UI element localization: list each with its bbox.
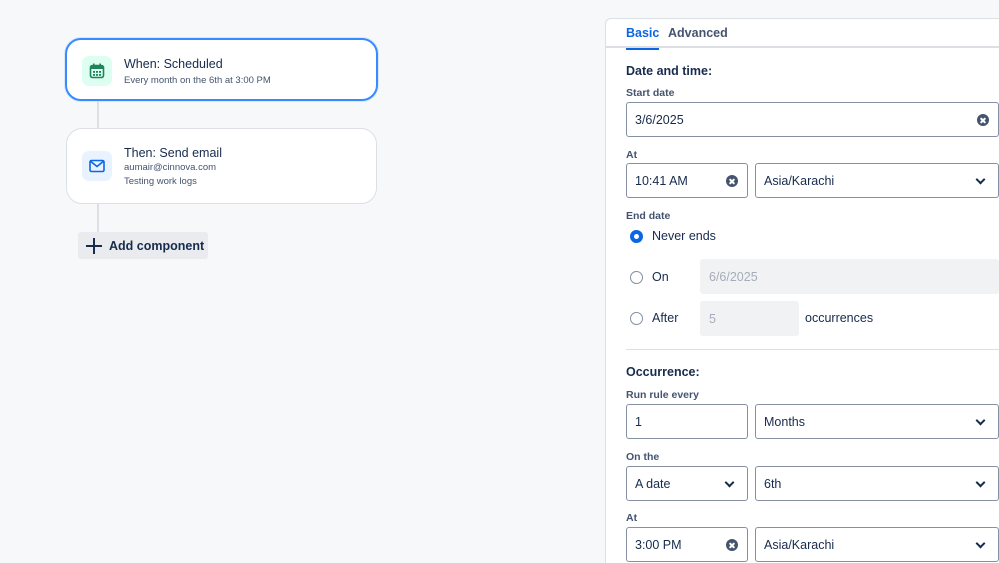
- section-divider: [626, 349, 999, 350]
- end-on-label: On: [652, 270, 669, 284]
- start-timezone-select[interactable]: Asia/Karachi: [755, 163, 999, 198]
- run-rule-label: Run rule every: [626, 389, 699, 401]
- occurrences-label: occurrences: [805, 311, 874, 325]
- trigger-card-text: When: Scheduled Every month on the 6th a…: [124, 56, 271, 88]
- panel-tabs: Basic Advanced: [606, 19, 999, 50]
- interval-value: 1: [635, 414, 642, 429]
- clear-icon[interactable]: [726, 175, 738, 187]
- clear-icon[interactable]: [726, 539, 738, 551]
- end-on-option[interactable]: On: [630, 270, 669, 284]
- start-time-label: At: [626, 149, 638, 161]
- tab-basic[interactable]: Basic: [626, 26, 660, 50]
- action-recipient: aumair@cinnova.com: [124, 162, 217, 173]
- clear-icon[interactable]: [977, 114, 989, 126]
- end-never-label: Never ends: [652, 229, 716, 243]
- end-after-count-field: 5: [700, 301, 799, 336]
- tab-advanced[interactable]: Advanced: [668, 26, 728, 48]
- start-timezone-value: Asia/Karachi: [764, 173, 835, 188]
- action-card-send-email[interactable]: Then: Send email aumair@cinnova.com Test…: [66, 128, 377, 204]
- occurrence-time-value: 3:00 PM: [635, 537, 682, 552]
- on-the-label: On the: [626, 451, 660, 463]
- add-component-button[interactable]: Add component: [78, 232, 208, 259]
- action-card-text: Then: Send email aumair@cinnova.com Test…: [124, 145, 222, 189]
- start-date-value: 3/6/2025: [635, 112, 684, 127]
- trigger-subtitle: Every month on the 6th at 3:00 PM: [124, 75, 271, 86]
- occurrence-timezone-value: Asia/Karachi: [764, 537, 835, 552]
- trigger-config-panel: Basic Advanced Date and time: Start date…: [605, 18, 999, 563]
- chevron-down-icon: [724, 477, 735, 488]
- end-on-date-value: 6/6/2025: [709, 269, 758, 284]
- end-never-option[interactable]: Never ends: [630, 229, 716, 243]
- occurrence-time-field[interactable]: 3:00 PM: [626, 527, 748, 562]
- on-type-select[interactable]: A date: [626, 466, 748, 501]
- end-after-option[interactable]: After: [630, 311, 678, 325]
- occurrence-timezone-select[interactable]: Asia/Karachi: [755, 527, 999, 562]
- add-component-label: Add component: [109, 238, 205, 253]
- occurrence-heading: Occurrence:: [626, 365, 700, 379]
- trigger-card-scheduled[interactable]: When: Scheduled Every month on the 6th a…: [65, 38, 378, 101]
- start-date-field[interactable]: 3/6/2025: [626, 102, 999, 137]
- end-after-radio[interactable]: [630, 311, 643, 325]
- end-on-date-field: 6/6/2025: [700, 259, 999, 294]
- flow-connector: [97, 101, 99, 128]
- interval-unit-select[interactable]: Months: [755, 404, 999, 439]
- on-type-value: A date: [635, 476, 671, 491]
- flow-connector: [97, 204, 99, 232]
- chevron-down-icon: [975, 477, 986, 488]
- calendar-icon: [82, 56, 112, 86]
- end-on-radio[interactable]: [630, 270, 643, 284]
- occurrence-time-label: At: [626, 512, 638, 524]
- interval-field[interactable]: 1: [626, 404, 748, 439]
- mail-icon: [82, 151, 112, 181]
- on-day-value: 6th: [764, 476, 782, 491]
- date-time-heading: Date and time:: [626, 64, 713, 78]
- end-after-label: After: [652, 311, 679, 325]
- interval-unit-value: Months: [764, 414, 805, 429]
- chevron-down-icon: [975, 415, 986, 426]
- chevron-down-icon: [975, 538, 986, 549]
- start-date-label: Start date: [626, 87, 675, 99]
- action-subject: Testing work logs: [124, 176, 197, 187]
- start-time-field[interactable]: 10:41 AM: [626, 163, 748, 198]
- trigger-title: When: Scheduled: [124, 57, 223, 71]
- rule-canvas: When: Scheduled Every month on the 6th a…: [0, 0, 605, 563]
- end-after-count-value: 5: [709, 311, 716, 326]
- on-day-select[interactable]: 6th: [755, 466, 999, 501]
- action-title: Then: Send email: [124, 146, 222, 160]
- plus-icon: [86, 237, 102, 254]
- chevron-down-icon: [975, 174, 986, 185]
- end-never-radio[interactable]: [630, 229, 643, 243]
- start-time-value: 10:41 AM: [635, 173, 688, 188]
- end-date-label: End date: [626, 210, 671, 222]
